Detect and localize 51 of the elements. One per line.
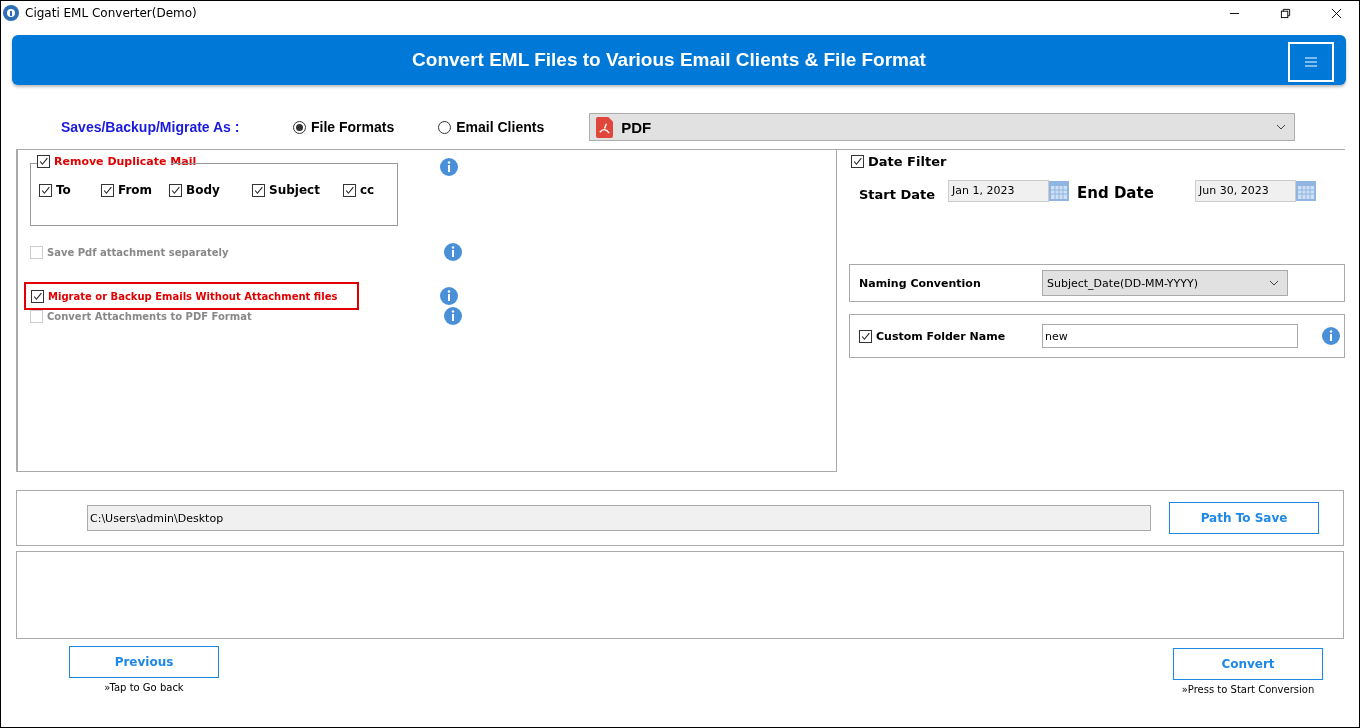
path-to-save-button[interactable]: Path To Save: [1169, 502, 1319, 534]
close-icon[interactable]: [1331, 7, 1342, 19]
checkmark-icon: [860, 330, 871, 342]
checkmark-icon: [344, 184, 355, 196]
checkmark-icon: [40, 184, 51, 196]
previous-button[interactable]: Previous: [69, 646, 219, 678]
checkmark-icon: [253, 184, 264, 196]
checkmark-icon: [38, 156, 49, 167]
menu-icon: [1305, 57, 1317, 67]
info-icon[interactable]: [1322, 327, 1340, 345]
naming-convention-label: Naming Convention: [858, 276, 982, 290]
restore-icon[interactable]: [1280, 7, 1291, 19]
pdf-file-icon: [596, 116, 614, 138]
checkmark-icon: [170, 184, 181, 196]
end-date-label: End Date: [1077, 183, 1155, 202]
date-field[interactable]: Jun 30, 2023: [1195, 179, 1296, 202]
checkbox-option[interactable]: Body: [169, 183, 252, 197]
chevron-down-icon: [1276, 124, 1287, 130]
checkmark-icon: [102, 184, 113, 196]
menu-button[interactable]: [1288, 42, 1334, 82]
folder-name-field[interactable]: new: [1042, 324, 1298, 348]
calendar-icon[interactable]: [1296, 180, 1316, 201]
checkbox-option[interactable]: Migrate or Backup Emails Without Attachment files: [24, 282, 360, 310]
radio-option[interactable]: Email Clients: [438, 119, 545, 135]
path-field[interactable]: C:\Users\admin\Desktop: [87, 505, 1151, 531]
checkbox-option[interactable]: Date Filter: [851, 154, 1345, 169]
calendar-icon[interactable]: [1049, 180, 1069, 201]
checkmark-icon: [32, 290, 43, 302]
checkbox-option[interactable]: From: [101, 183, 169, 197]
info-icon[interactable]: [444, 307, 462, 325]
checkbox-option[interactable]: Custom Folder Name: [850, 329, 1042, 343]
checkbox-option[interactable]: Subject: [252, 183, 343, 197]
radio-option[interactable]: File Formats: [293, 119, 395, 135]
convert-hint: »Press to Start Conversion: [1181, 684, 1315, 695]
window-title: Cigati EML Converter(Demo): [25, 6, 197, 20]
info-icon[interactable]: [440, 287, 458, 305]
info-icon[interactable]: [440, 158, 458, 176]
header-title: Convert EML Files to Various Email Clients & File Format: [412, 49, 926, 71]
save-as-label: Saves/Backup/Migrate As :: [61, 119, 241, 135]
checkbox-option[interactable]: To: [39, 183, 101, 197]
naming-dropdown[interactable]: Subject_Date(DD-MM-YYYY): [1042, 270, 1288, 296]
format-dropdown[interactable]: PDF: [589, 113, 1296, 141]
date-field[interactable]: Jan 1, 2023: [948, 179, 1049, 202]
checkmark-icon: [852, 156, 863, 167]
previous-hint: »Tap to Go back: [104, 682, 184, 693]
convert-button[interactable]: Convert: [1173, 648, 1323, 680]
chevron-down-icon: [1269, 280, 1279, 286]
info-icon[interactable]: [444, 243, 462, 261]
start-date-label: Start Date: [858, 187, 937, 202]
checkbox-option[interactable]: cc: [343, 183, 375, 197]
app-logo-icon: [3, 5, 19, 21]
